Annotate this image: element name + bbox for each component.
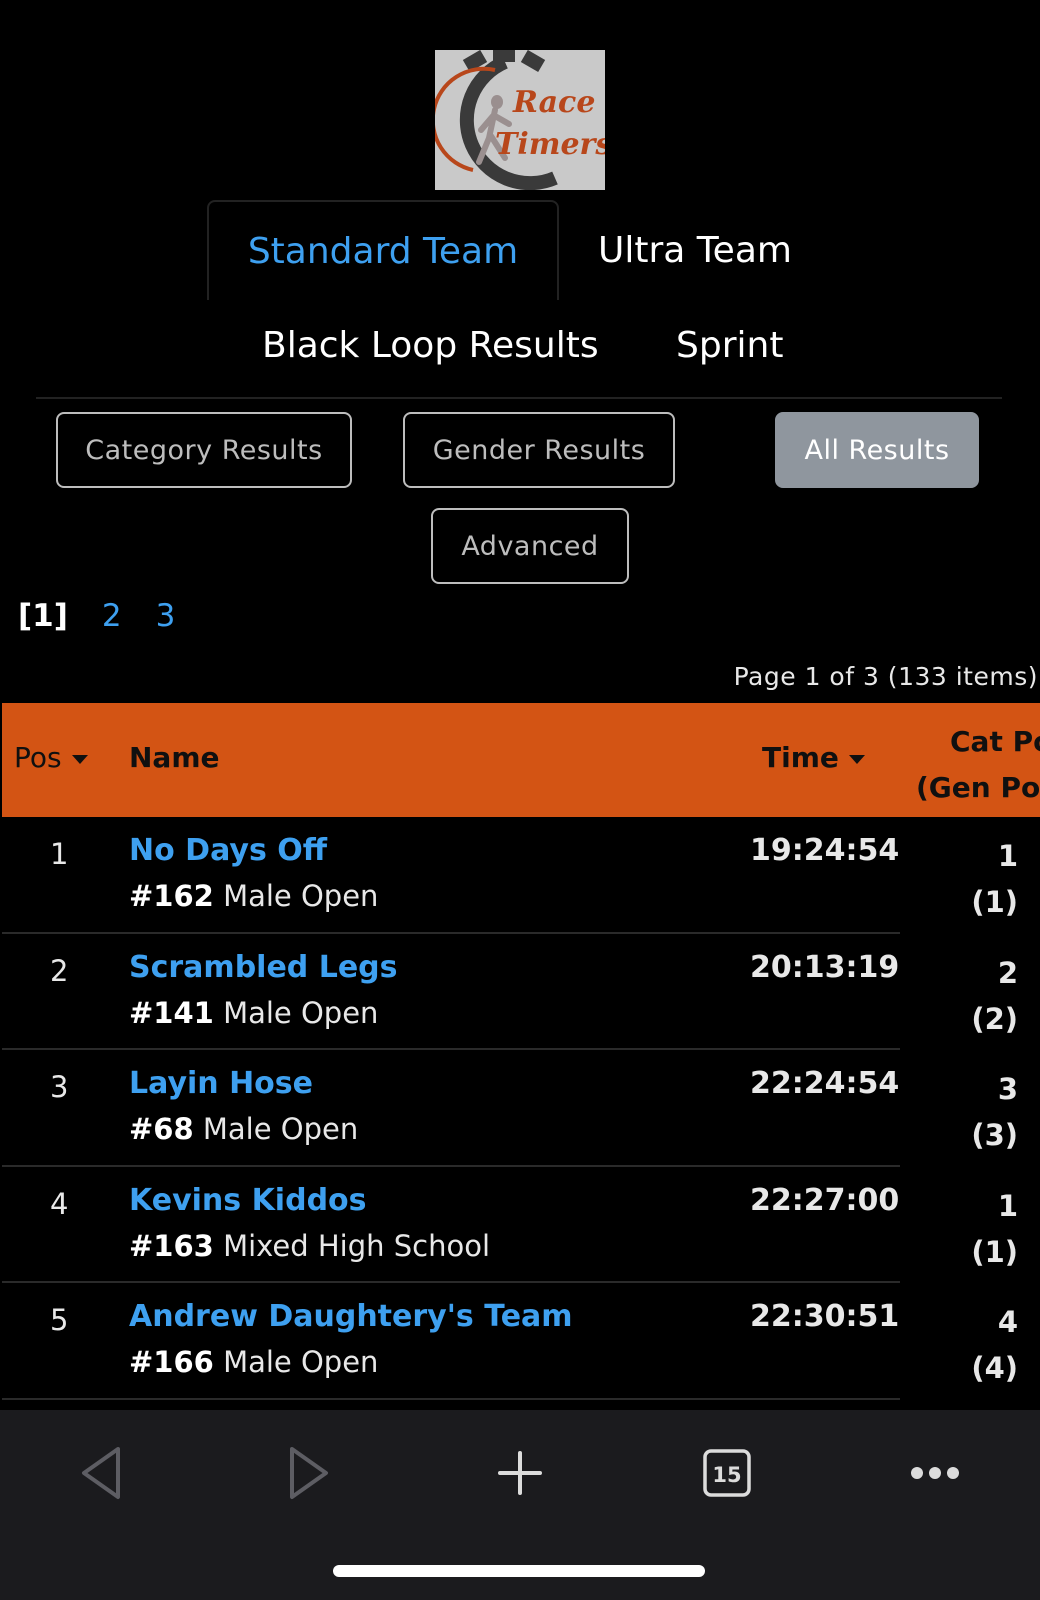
bib-number: #141 (129, 995, 214, 1030)
page-link-2[interactable]: 2 (102, 598, 122, 634)
back-icon (82, 1447, 120, 1499)
bib-number: #162 (129, 879, 214, 913)
back-button[interactable] (66, 1438, 136, 1508)
race-timers-logo[interactable]: Race Timers (435, 50, 605, 190)
category-position: 2 (997, 955, 1018, 990)
more-icon (911, 1467, 959, 1479)
team-name-link[interactable]: No Days Off (129, 833, 327, 868)
cat-gen-position: 1 (1) (971, 833, 1018, 925)
all-results-button[interactable]: All Results (775, 412, 979, 488)
row-position: 5 (50, 1303, 69, 1337)
finish-time: 22:24:54 (750, 1066, 900, 1101)
column-header-time-label: Time (762, 741, 839, 774)
new-tab-button[interactable] (485, 1438, 555, 1508)
sort-caret-icon (848, 754, 865, 764)
finish-time: 22:27:00 (750, 1182, 900, 1218)
race-subtabs: Black Loop Results Sprint (36, 305, 1002, 399)
subtab-sprint[interactable]: Sprint (676, 325, 783, 366)
gender-position: (3) (971, 1118, 1018, 1152)
table-row[interactable]: 5 Andrew Daughtery's Team #166 Male Open… (2, 1283, 1040, 1400)
bib-number: #163 (129, 1228, 214, 1263)
stopwatch-icon (435, 50, 558, 190)
pagination: [1] 2 3 (18, 598, 175, 634)
gender-position: (2) (971, 1001, 1018, 1036)
category-position: 1 (997, 839, 1018, 873)
page-summary: Page 1 of 3 (133 items) (733, 662, 1038, 691)
team-category: Male Open (202, 1112, 359, 1146)
gender-position: (1) (971, 1234, 1018, 1269)
row-position: 4 (50, 1186, 69, 1221)
team-name-link[interactable]: Andrew Daughtery's Team (129, 1299, 573, 1334)
home-indicator[interactable] (333, 1565, 705, 1577)
tab-standard-team[interactable]: Standard Team (207, 200, 559, 300)
team-details: #141 Male Open (129, 996, 378, 1030)
team-name-link[interactable]: Scrambled Legs (129, 950, 398, 985)
sort-caret-icon (71, 754, 88, 764)
team-details: #162 Male Open (129, 879, 378, 913)
category-position: 3 (997, 1072, 1018, 1106)
cat-gen-position: 4 (4) (971, 1299, 1018, 1391)
table-row[interactable]: 4 Kevins Kiddos #163 Mixed High School 2… (2, 1167, 1040, 1283)
table-row[interactable]: 2 Scrambled Legs #141 Male Open 20:13:19… (2, 934, 1040, 1050)
current-page: [1] (18, 598, 68, 634)
column-header-cat-line2: (Gen Pos (916, 771, 1040, 804)
tabs-button[interactable]: 15 (692, 1438, 762, 1508)
column-header-time[interactable]: Time (762, 741, 865, 774)
team-details: #163 Mixed High School (129, 1229, 490, 1263)
more-button[interactable] (900, 1438, 970, 1508)
cat-gen-position: 1 (1) (971, 1183, 1018, 1275)
forward-button[interactable] (274, 1438, 344, 1508)
gender-results-button[interactable]: Gender Results (403, 412, 675, 488)
gender-position: (4) (971, 1351, 1018, 1385)
results-table-header: Pos Name Time Cat Po (Gen Pos (2, 703, 1040, 817)
gender-position: (1) (971, 885, 1018, 919)
advanced-button[interactable]: Advanced (431, 508, 629, 584)
team-tabs: Standard Team Ultra Team (0, 200, 1040, 300)
row-position: 3 (50, 1070, 69, 1104)
logo-text-timers: Timers (495, 127, 605, 162)
team-details: #68 Male Open (129, 1112, 358, 1146)
column-header-pos-label: Pos (14, 741, 62, 774)
column-header-pos[interactable]: Pos (14, 741, 88, 774)
row-position: 2 (50, 953, 69, 988)
row-position: 1 (50, 837, 69, 871)
category-results-button[interactable]: Category Results (56, 412, 352, 488)
row-divider (2, 1397, 900, 1400)
team-name-link[interactable]: Kevins Kiddos (129, 1183, 367, 1218)
team-category: Mixed High School (223, 1228, 491, 1263)
tab-count: 15 (712, 1463, 741, 1487)
table-row[interactable]: 3 Layin Hose #68 Male Open 22:24:54 3 (3) (2, 1050, 1040, 1167)
column-header-cat-pos[interactable]: Cat Po (Gen Pos (916, 719, 1040, 811)
cat-gen-position: 2 (2) (971, 950, 1018, 1042)
finish-time: 20:13:19 (750, 949, 900, 985)
table-row[interactable]: 1 No Days Off #162 Male Open 19:24:54 1(… (2, 817, 1040, 934)
finish-time: 19:24:54 (750, 833, 900, 868)
team-name-link[interactable]: Layin Hose (129, 1066, 313, 1101)
team-details: #166 Male Open (129, 1345, 378, 1379)
plus-icon (498, 1451, 542, 1495)
team-category: Male Open (223, 995, 379, 1030)
category-position: 4 (997, 1305, 1018, 1339)
column-header-cat-line1: Cat Po (950, 725, 1040, 758)
results-table-body: 1 No Days Off #162 Male Open 19:24:54 1(… (2, 817, 1040, 1400)
bib-number: #68 (129, 1112, 194, 1146)
subtab-black-loop-results[interactable]: Black Loop Results (262, 325, 599, 366)
tab-ultra-team[interactable]: Ultra Team (585, 200, 805, 300)
column-header-name[interactable]: Name (129, 741, 220, 774)
category-position: 1 (997, 1188, 1018, 1223)
cat-gen-position: 3 (3) (971, 1066, 1018, 1158)
team-category: Male Open (223, 879, 379, 913)
logo-text-race: Race (513, 85, 596, 120)
finish-time: 22:30:51 (750, 1299, 900, 1334)
forward-icon (290, 1447, 328, 1499)
bib-number: #166 (129, 1345, 214, 1379)
page-link-3[interactable]: 3 (156, 598, 176, 634)
tabs-icon: 15 (703, 1449, 751, 1497)
team-category: Male Open (223, 1345, 379, 1379)
